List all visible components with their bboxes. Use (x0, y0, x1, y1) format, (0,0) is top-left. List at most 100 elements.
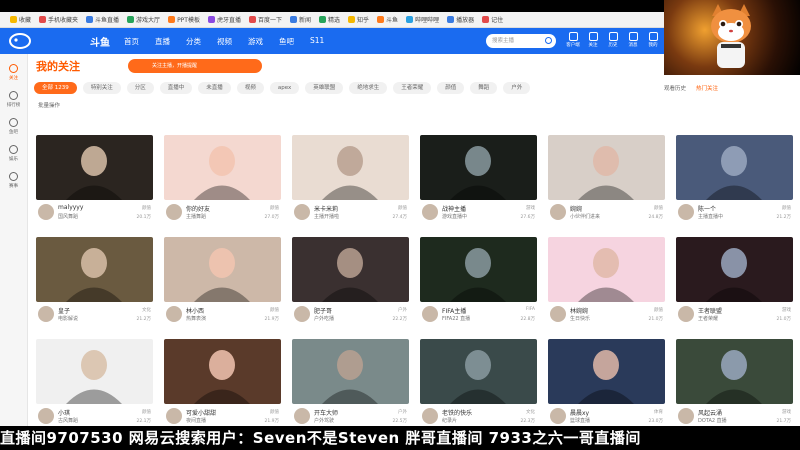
filter-chip[interactable]: 未直播 (198, 82, 231, 94)
stream-thumbnail[interactable] (548, 135, 665, 200)
stream-card[interactable]: 皇子 电影解说 文化 21.2万 (36, 237, 153, 332)
filter-chip[interactable]: 全部 1239 (34, 82, 77, 94)
filter-chip[interactable]: 户外 (503, 82, 531, 94)
brand-name[interactable]: 斗鱼 (90, 34, 110, 49)
stream-card[interactable]: 王者联盟 王者荣耀 游戏 21.0万 (676, 237, 793, 332)
nav-item[interactable]: 游戏 (248, 36, 263, 47)
stream-card[interactable]: 风起云涌 DOTA2 直播 游戏 21.7万 (676, 339, 793, 434)
streamer-name[interactable]: 老铁的快乐 (442, 408, 472, 417)
avatar[interactable] (422, 204, 438, 220)
stream-thumbnail[interactable] (164, 339, 281, 404)
nav-item[interactable]: 视频 (217, 36, 232, 47)
bookmark-item[interactable]: 记住 (482, 15, 503, 24)
nav-item[interactable]: 直播 (155, 36, 170, 47)
stream-thumbnail[interactable] (292, 135, 409, 200)
sidebar-item-fish[interactable]: 鱼吧 (0, 118, 27, 135)
avatar[interactable] (294, 306, 310, 322)
filter-chip[interactable]: 舞蹈 (470, 82, 498, 94)
avatar[interactable] (422, 408, 438, 424)
filter-chip[interactable]: 直播中 (159, 82, 193, 94)
download-button[interactable]: 客户端 (566, 32, 580, 48)
stream-thumbnail[interactable] (420, 135, 537, 200)
stream-card[interactable]: 晨晨xy 篮球直播 体育 23.0万 (548, 339, 665, 434)
avatar[interactable] (678, 408, 694, 424)
stream-card[interactable]: FIFA主播 FIFA22 直播 FIFA 22.8万 (420, 237, 537, 332)
avatar[interactable] (550, 306, 566, 322)
streamer-name[interactable]: 婉婉 (570, 204, 582, 213)
avatar[interactable] (38, 204, 54, 220)
batch-manage-link[interactable]: 批量操作 (38, 101, 60, 109)
history-link[interactable]: 观看历史 (664, 84, 686, 92)
stream-card[interactable]: 林小西 热舞表演 颜值 21.9万 (164, 237, 281, 332)
streamer-name[interactable]: 风起云涌 (698, 408, 722, 417)
stream-card[interactable]: 你的好友 主播舞蹈 颜值 27.0万 (164, 135, 281, 230)
bookmark-item[interactable]: 斗鱼直播 (86, 15, 119, 24)
stream-thumbnail[interactable] (36, 135, 153, 200)
bookmark-item[interactable]: PPT模板 (168, 15, 200, 24)
stream-thumbnail[interactable] (676, 339, 793, 404)
stream-card[interactable]: 林婉婉 生日快乐 颜值 21.0万 (548, 237, 665, 332)
stream-card[interactable]: 战神主播 游戏直播中 游戏 27.6万 (420, 135, 537, 230)
bookmark-item[interactable]: 斗鱼 (377, 15, 398, 24)
filter-chip[interactable]: 特别关注 (82, 82, 121, 94)
stream-card[interactable]: 陈一个 主播直播中 颜值 21.2万 (676, 135, 793, 230)
streamer-name[interactable]: malyyyy (58, 204, 83, 211)
bookmark-item[interactable]: 播放器 (447, 15, 474, 24)
stream-thumbnail[interactable] (164, 135, 281, 200)
avatar[interactable] (38, 306, 54, 322)
filter-chip[interactable]: 英雄联盟 (305, 82, 344, 94)
stream-thumbnail[interactable] (36, 339, 153, 404)
filter-chip[interactable]: 视频 (236, 82, 264, 94)
search-input[interactable]: 搜索主播 (486, 34, 556, 48)
promo-banner[interactable]: 关注主播，开播提醒 (128, 59, 262, 73)
avatar[interactable] (550, 204, 566, 220)
sidebar-item-rank[interactable]: 排行榜 (0, 91, 27, 108)
stream-thumbnail[interactable] (548, 237, 665, 302)
stream-card[interactable]: 开车大师 户外驾驶 户外 22.5万 (292, 339, 409, 434)
hot-follow-link[interactable]: 热门关注 (696, 84, 718, 92)
streamer-name[interactable]: 开车大师 (314, 408, 338, 417)
nav-item[interactable]: 分类 (186, 36, 201, 47)
filter-chip[interactable]: 绝地求生 (349, 82, 388, 94)
message-button[interactable]: 消息 (626, 32, 640, 48)
stream-thumbnail[interactable] (420, 237, 537, 302)
profile-button[interactable]: 我的 (646, 32, 660, 48)
bookmark-item[interactable]: 知乎 (348, 15, 369, 24)
streamer-name[interactable]: 皇子 (58, 306, 70, 315)
streamer-name[interactable]: 你的好友 (186, 204, 210, 213)
streamer-name[interactable]: 晨晨xy (570, 408, 589, 417)
filter-chip[interactable]: apex (269, 82, 300, 94)
avatar[interactable] (294, 408, 310, 424)
bookmark-item[interactable]: 精选 (319, 15, 340, 24)
stream-card[interactable]: 婉婉 小伙伴们进来 颜值 24.8万 (548, 135, 665, 230)
nav-item[interactable]: S11 (310, 36, 324, 47)
streamer-name[interactable]: 林婉婉 (570, 306, 588, 315)
sidebar-item-game[interactable]: 赛事 (0, 172, 27, 189)
streamer-name[interactable]: FIFA主播 (442, 306, 466, 315)
stream-thumbnail[interactable] (164, 237, 281, 302)
streamer-name[interactable]: 可爱小甜甜 (186, 408, 216, 417)
stream-card[interactable]: malyyyy 国风舞蹈 颜值 20.1万 (36, 135, 153, 230)
filter-chip[interactable]: 王者荣耀 (393, 82, 432, 94)
sidebar-item-follow[interactable]: 关注 (0, 64, 27, 81)
bookmark-item[interactable]: 虎牙直播 (207, 15, 241, 24)
streamer-name[interactable]: 肥子哥 (314, 306, 332, 315)
bookmark-item[interactable]: 新闻 (290, 15, 311, 24)
streamer-name[interactable]: 米卡米莉 (314, 204, 338, 213)
avatar[interactable] (678, 204, 694, 220)
stream-card[interactable]: 小琪 古风舞蹈 颜值 22.1万 (36, 339, 153, 434)
bookmark-item[interactable]: 手机收藏夹 (39, 15, 78, 24)
avatar[interactable] (678, 306, 694, 322)
stream-card[interactable]: 老铁的快乐 纪录片 文化 22.3万 (420, 339, 537, 434)
stream-thumbnail[interactable] (676, 135, 793, 200)
sidebar-item-entertainment[interactable]: 娱乐 (0, 145, 27, 162)
avatar[interactable] (166, 306, 182, 322)
stream-card[interactable]: 肥子哥 户外吃播 户外 22.2万 (292, 237, 409, 332)
stream-card[interactable]: 可爱小甜甜 夜间直播 颜值 21.9万 (164, 339, 281, 434)
streamer-name[interactable]: 战神主播 (442, 204, 466, 213)
stream-thumbnail[interactable] (420, 339, 537, 404)
stream-card[interactable]: 米卡米莉 主播开播啦 颜值 27.4万 (292, 135, 409, 230)
streamer-name[interactable]: 林小西 (186, 306, 204, 315)
stream-thumbnail[interactable] (292, 339, 409, 404)
nav-item[interactable]: 首页 (124, 36, 139, 47)
